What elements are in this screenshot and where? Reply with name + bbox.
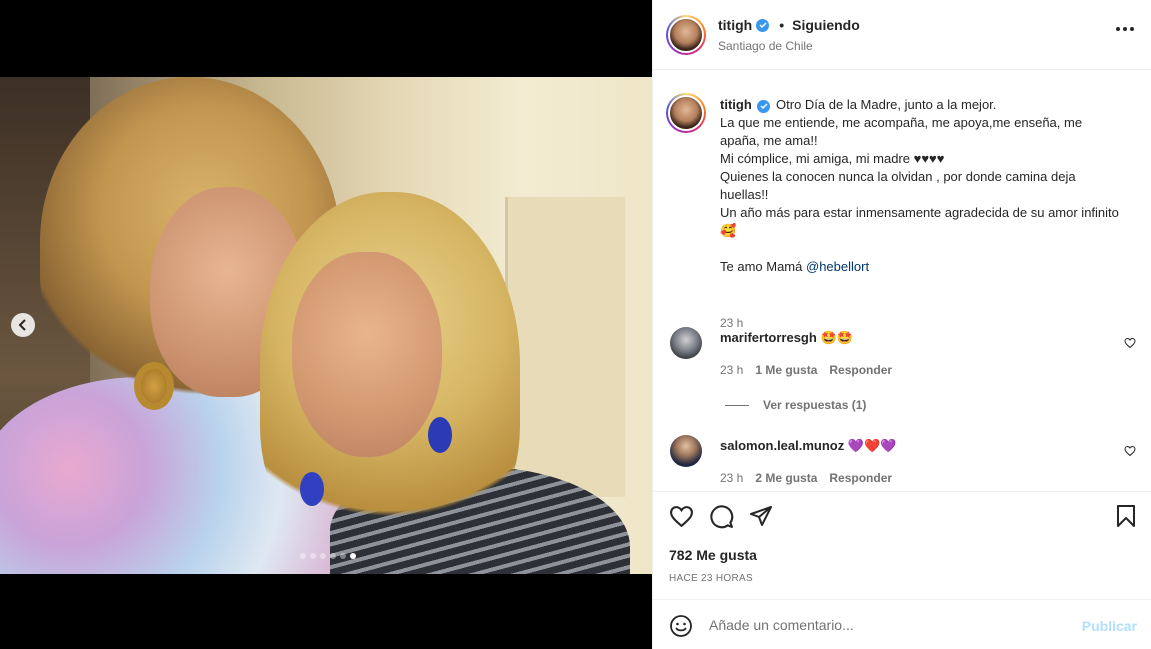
comment-likes[interactable]: 1 Me gusta — [755, 363, 817, 377]
emoji-smiley-icon[interactable] — [669, 614, 693, 638]
comment-text-row: marifertorresgh 🤩🤩 — [720, 330, 853, 346]
username-link[interactable]: titigh — [718, 17, 752, 33]
post-header: titigh • Siguiendo Santiago de Chile — [653, 0, 1151, 70]
comment-username[interactable]: salomon.leal.munoz — [720, 438, 844, 453]
save-bookmark-icon[interactable] — [1115, 504, 1137, 528]
avatar-image — [668, 95, 704, 131]
caption-line: Otro Día de la Madre, junto a la mejor. — [776, 97, 997, 112]
share-paper-plane-icon[interactable] — [749, 504, 773, 528]
comment-time[interactable]: 23 h — [720, 363, 743, 377]
replies-line — [725, 404, 749, 406]
post-actions: 782 Me gusta HACE 23 HORAS — [653, 491, 1151, 599]
comments-section[interactable]: titigh Otro Día de la Madre, junto a la … — [653, 71, 1151, 491]
view-replies-button[interactable]: Ver respuestas (1) — [725, 398, 866, 412]
comment-username[interactable]: marifertorresgh — [720, 330, 817, 345]
photo-earring-blue-2 — [300, 472, 324, 506]
mention-link[interactable]: @hebellort — [806, 259, 869, 274]
header-user: titigh • Siguiendo — [718, 17, 860, 33]
avatar[interactable] — [670, 327, 702, 359]
post-timestamp[interactable]: HACE 23 HORAS — [669, 573, 753, 584]
carousel-dot — [350, 553, 356, 559]
caption: titigh Otro Día de la Madre, junto a la … — [720, 96, 1120, 330]
chevron-left-icon — [18, 319, 26, 331]
caption-closing: Te amo Mamá — [720, 259, 803, 274]
comment-input[interactable] — [709, 614, 1069, 636]
caption-closing-line: Te amo Mamá @hebellort — [720, 258, 1120, 276]
more-options-icon[interactable] — [1116, 27, 1134, 31]
caption-line: Un año más para estar inmensamente agrad… — [720, 205, 1119, 238]
caption-line: Mi cómplice, mi amiga, mi madre ♥♥♥♥ — [720, 151, 945, 166]
following-button[interactable]: Siguiendo — [792, 17, 860, 33]
carousel-dots — [300, 553, 356, 559]
post-sidebar: titigh • Siguiendo Santiago de Chile tit… — [652, 0, 1151, 649]
comment-reply-button[interactable]: Responder — [829, 363, 892, 377]
comment-reply-button[interactable]: Responder — [829, 471, 892, 485]
comment-text-row: salomon.leal.munoz 💜❤️💜 — [720, 438, 896, 454]
comment-time[interactable]: 23 h — [720, 471, 743, 485]
avatar-image — [668, 17, 704, 53]
comment-meta: 23 h 2 Me gusta Responder — [720, 471, 892, 485]
post-media — [0, 0, 652, 649]
avatar[interactable] — [666, 15, 706, 55]
photo-person-right-face — [292, 252, 442, 457]
likes-count[interactable]: 782 Me gusta — [669, 547, 757, 563]
verified-badge-icon — [756, 18, 770, 32]
comment-text: 💜❤️💜 — [847, 438, 897, 453]
caption-first-line: titigh Otro Día de la Madre, junto a la … — [720, 96, 1120, 114]
comment-like-heart-icon[interactable] — [1124, 445, 1136, 457]
publish-button[interactable]: Publicar — [1082, 618, 1137, 634]
carousel-dot — [330, 553, 336, 559]
caption-avatar[interactable] — [666, 93, 706, 133]
like-heart-icon[interactable] — [669, 504, 694, 529]
caption-username[interactable]: titigh — [720, 97, 752, 112]
photo-earring-blue — [428, 417, 452, 453]
comment-text: 🤩🤩 — [820, 330, 853, 345]
view-replies-label: Ver respuestas (1) — [763, 398, 867, 412]
carousel-dot — [340, 553, 346, 559]
caption-line: Quienes la conocen nunca la olvidan , po… — [720, 169, 1076, 202]
add-comment-bar: Publicar — [653, 599, 1151, 649]
carousel-dot — [320, 553, 326, 559]
carousel-dot — [300, 553, 306, 559]
separator-dot: • — [779, 17, 785, 33]
comment-meta: 23 h 1 Me gusta Responder — [720, 363, 892, 377]
location-link[interactable]: Santiago de Chile — [718, 39, 813, 53]
avatar[interactable] — [670, 435, 702, 467]
carousel-prev-button[interactable] — [11, 313, 35, 337]
photo-earring — [134, 362, 174, 410]
comment-bubble-icon[interactable] — [709, 504, 734, 529]
carousel-dot — [310, 553, 316, 559]
verified-badge-icon — [757, 99, 771, 113]
photo-door — [505, 197, 625, 497]
post-photo[interactable] — [0, 77, 652, 574]
comment-likes[interactable]: 2 Me gusta — [755, 471, 817, 485]
caption-line: La que me entiende, me acompaña, me apoy… — [720, 115, 1083, 148]
comment-like-heart-icon[interactable] — [1124, 337, 1136, 349]
